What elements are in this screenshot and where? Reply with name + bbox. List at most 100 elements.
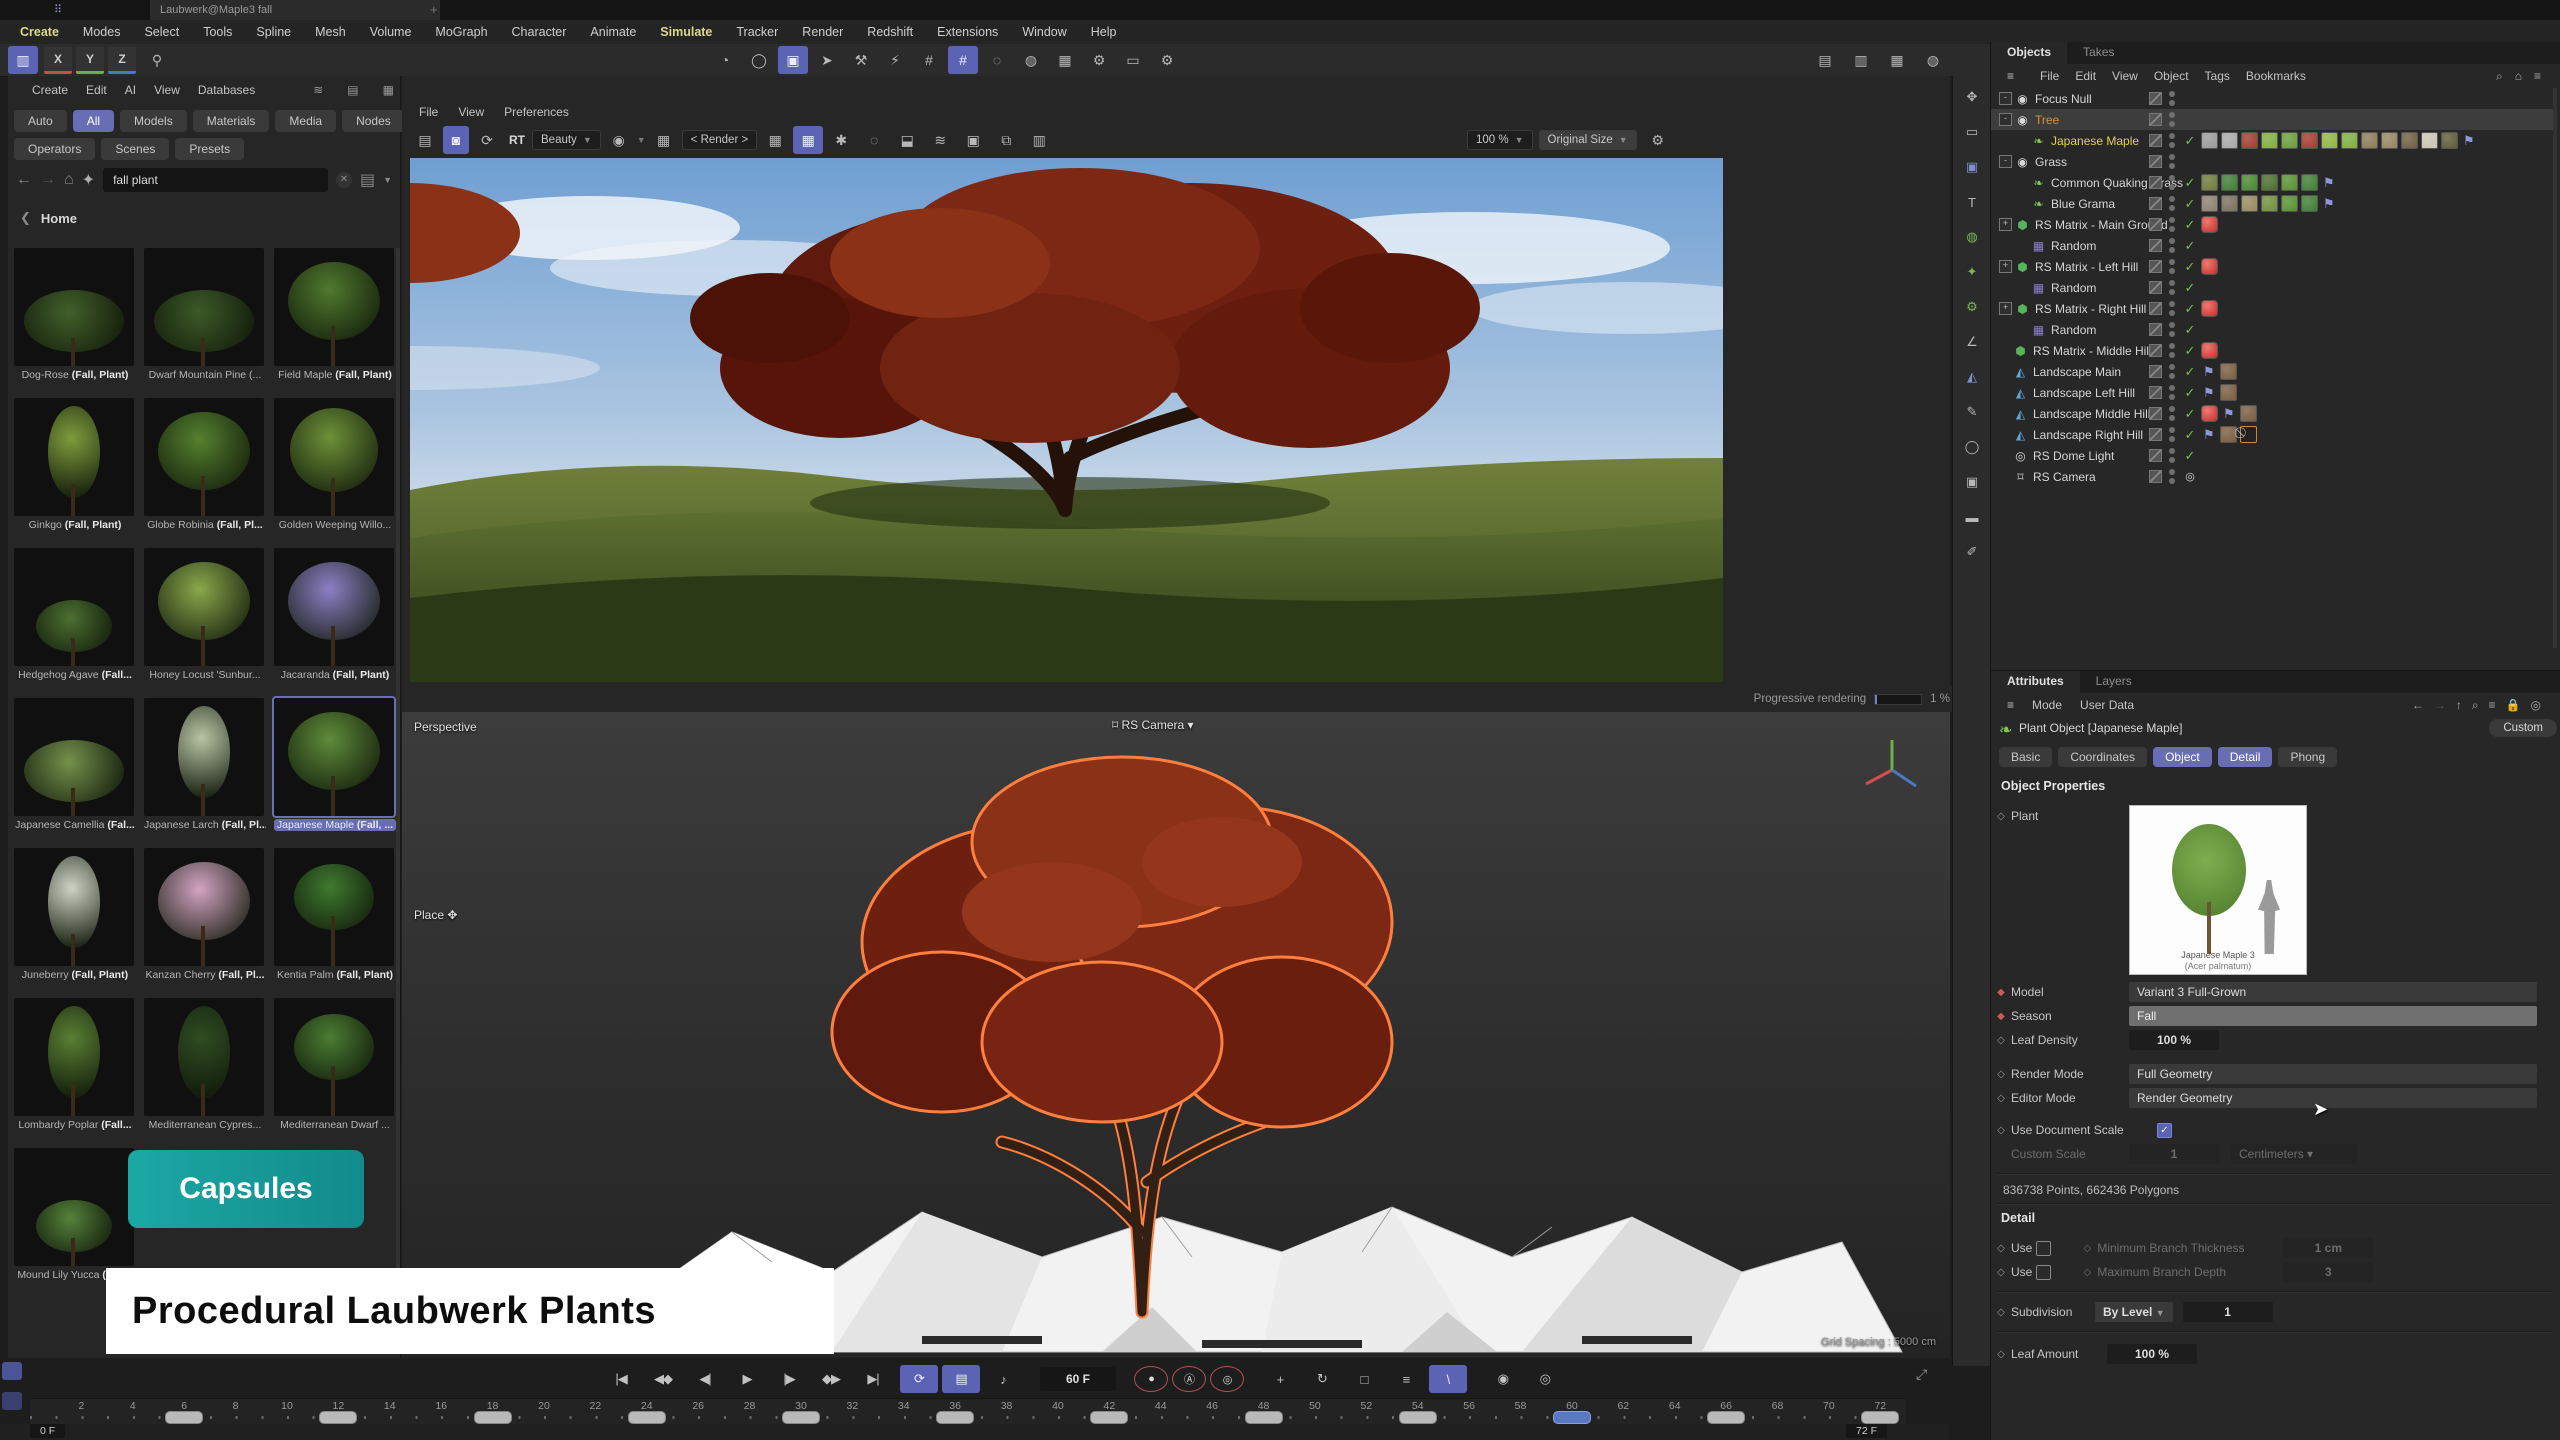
om-menu-object[interactable]: Object bbox=[2146, 67, 2197, 85]
asset-view-icon-2[interactable]: ▦ bbox=[374, 81, 403, 99]
asset-item-kanzan-cherry[interactable]: Kanzan Cherry (Fall, Pl... bbox=[144, 848, 266, 981]
display-gamma-icon[interactable]: ◉ bbox=[604, 126, 634, 154]
material-chip[interactable] bbox=[2220, 426, 2237, 443]
expander-icon[interactable]: - bbox=[1999, 155, 2012, 168]
season-dropdown[interactable]: Fall bbox=[2129, 1006, 2537, 1026]
attr-nav-icon-6[interactable]: ◎ bbox=[2527, 698, 2545, 712]
display-flag-icon[interactable]: ⚑ bbox=[2223, 406, 2235, 422]
save-image-icon[interactable]: ▤ bbox=[410, 126, 440, 154]
attr-tab-attributes[interactable]: Attributes bbox=[1991, 671, 2080, 693]
perspective-viewport[interactable]: Perspective ⌑ RS Camera ▾ Place ✥ Grid S… bbox=[402, 712, 1950, 1358]
menu-item-volume[interactable]: Volume bbox=[360, 23, 422, 41]
expander-icon[interactable]: - bbox=[1999, 113, 2012, 126]
play-button[interactable]: ▶ bbox=[728, 1365, 766, 1393]
visibility-dots[interactable] bbox=[2169, 343, 2175, 358]
layer-color-icon[interactable] bbox=[2149, 260, 2162, 273]
expander-icon[interactable]: + bbox=[1999, 218, 2012, 231]
keyframe-marker-6[interactable] bbox=[165, 1411, 203, 1424]
dock-tool-icon-5[interactable]: ✦ bbox=[1958, 259, 1986, 285]
material-chip[interactable] bbox=[2261, 132, 2278, 149]
om-menu-bookmarks[interactable]: Bookmarks bbox=[2238, 67, 2314, 85]
breadcrumb-home[interactable]: Home bbox=[41, 211, 77, 226]
attr-pill-basic[interactable]: Basic bbox=[1999, 747, 2052, 767]
use-max-checkbox[interactable] bbox=[2036, 1265, 2051, 1280]
attr-nav-icon-4[interactable]: ≡ bbox=[2485, 698, 2500, 712]
timeline-ruler[interactable]: 2468101214161820222426283032343638404244… bbox=[30, 1398, 1906, 1425]
range-end-field[interactable]: 72 F bbox=[1846, 1424, 1887, 1438]
asset-item-ginkgo[interactable]: Ginkgo (Fall, Plant) bbox=[14, 398, 136, 531]
prev-key-button[interactable]: ◀◆ bbox=[644, 1365, 682, 1393]
material-chip[interactable] bbox=[2401, 132, 2418, 149]
om-right-icon-1[interactable]: ⌂ bbox=[2511, 69, 2526, 83]
play-sound-clipboard-button[interactable]: ▤ bbox=[942, 1365, 980, 1393]
attr-pill-phong[interactable]: Phong bbox=[2278, 747, 2337, 767]
keyframe-marker-42[interactable] bbox=[1090, 1411, 1128, 1424]
axis-lock-x[interactable]: X bbox=[44, 47, 72, 74]
loop-playback-button[interactable]: ⟳ bbox=[900, 1365, 938, 1393]
background-icon[interactable]: ▣ bbox=[958, 126, 988, 154]
region-icon[interactable]: ◌ bbox=[859, 126, 889, 154]
dock-tool-icon-3[interactable]: T bbox=[1958, 189, 1986, 215]
keyframe-marker-72[interactable] bbox=[1861, 1411, 1899, 1424]
layer-color-icon[interactable] bbox=[2149, 407, 2162, 420]
expander-icon[interactable]: + bbox=[1999, 260, 2012, 273]
renderview-menu-view[interactable]: View bbox=[449, 103, 493, 121]
asset-item-globe-robinia[interactable]: Globe Robinia (Fall, Pl... bbox=[144, 398, 266, 531]
redshift-material-chip[interactable] bbox=[2201, 216, 2218, 233]
play-modes-icon[interactable]: ◔ bbox=[710, 46, 740, 74]
dock-tool-icon-13[interactable]: ✐ bbox=[1958, 539, 1986, 565]
axis-lock-z[interactable]: Z bbox=[108, 47, 136, 74]
goto-end-button[interactable]: ▶| bbox=[854, 1365, 892, 1393]
viewport-label[interactable]: Perspective bbox=[414, 720, 477, 734]
asset-item-hedgehog-agave[interactable]: Hedgehog Agave (Fall... bbox=[14, 548, 136, 681]
attr-mode-menu[interactable]: Mode bbox=[2024, 696, 2070, 714]
attr-user-data-menu[interactable]: User Data bbox=[2072, 696, 2142, 714]
menu-item-spline[interactable]: Spline bbox=[246, 23, 301, 41]
plant-thumbnail[interactable]: Japanese Maple 3 (Acer palmatum) bbox=[2129, 805, 2307, 975]
dock-tool-icon-8[interactable]: ◭ bbox=[1958, 364, 1986, 390]
visibility-dots[interactable] bbox=[2169, 280, 2175, 295]
menu-item-select[interactable]: Select bbox=[134, 23, 189, 41]
enabled-check-icon[interactable]: ✓ bbox=[2182, 406, 2198, 422]
visibility-dots[interactable] bbox=[2169, 364, 2175, 379]
asset-item-mound-lily-yucca[interactable]: Mound Lily Yucca (Fall... bbox=[14, 1148, 136, 1281]
menu-item-render[interactable]: Render bbox=[792, 23, 853, 41]
asset-tab-nodes[interactable]: Nodes bbox=[342, 110, 405, 132]
object-row-grass[interactable]: -◉Grass bbox=[1991, 151, 2553, 172]
ipr-lock-icon[interactable]: ◙ bbox=[443, 126, 469, 154]
visibility-dots[interactable] bbox=[2169, 238, 2175, 253]
visibility-dots[interactable] bbox=[2169, 448, 2175, 463]
asset-item-mediterranean-cypres-[interactable]: Mediterranean Cypres... bbox=[144, 998, 266, 1131]
menu-item-tracker[interactable]: Tracker bbox=[726, 23, 788, 41]
max-branch-field[interactable]: 3 bbox=[2283, 1262, 2373, 1282]
attr-nav-icon-2[interactable]: ↑ bbox=[2452, 698, 2466, 712]
menu-item-create[interactable]: Create bbox=[10, 23, 69, 41]
current-frame-field[interactable]: 60 F bbox=[1040, 1367, 1116, 1391]
simulate-object-icon[interactable]: ▣ bbox=[778, 46, 808, 74]
menu-item-help[interactable]: Help bbox=[1081, 23, 1127, 41]
model-dropdown[interactable]: Variant 3 Full-Grown bbox=[2129, 982, 2537, 1002]
material-chip[interactable] bbox=[2220, 363, 2237, 380]
material-chip[interactable] bbox=[2301, 174, 2318, 191]
visibility-dots[interactable] bbox=[2169, 406, 2175, 421]
asset-item-kentia-palm[interactable]: Kentia Palm (Fall, Plant) bbox=[274, 848, 396, 981]
visibility-dots[interactable] bbox=[2169, 301, 2175, 316]
record-scale-button[interactable]: □ bbox=[1345, 1365, 1383, 1393]
custom-scale-unit-dropdown[interactable]: Centimeters ▾ bbox=[2231, 1144, 2357, 1164]
archive-icon[interactable]: ▤ bbox=[360, 170, 375, 190]
keyframe-marker-36[interactable] bbox=[936, 1411, 974, 1424]
object-row-rs-dome-light[interactable]: ◎RS Dome Light✓ bbox=[1991, 445, 2553, 466]
renderview-gear-icon[interactable]: ⚙ bbox=[1643, 126, 1673, 154]
restart-render-icon[interactable]: ⟳ bbox=[472, 126, 502, 154]
visibility-dots[interactable] bbox=[2169, 385, 2175, 400]
material-chip[interactable] bbox=[2261, 195, 2278, 212]
modes-gear-icon[interactable]: ⚙ bbox=[1084, 46, 1114, 74]
asset-item-japanese-camellia[interactable]: Japanese Camellia (Fal... bbox=[14, 698, 136, 831]
record-rotation-button[interactable]: ↻ bbox=[1303, 1365, 1341, 1393]
asset-item-japanese-maple[interactable]: Japanese Maple (Fall, ... bbox=[274, 698, 396, 831]
asset-view-icon-1[interactable]: ▤ bbox=[338, 81, 367, 99]
material-chip[interactable] bbox=[2241, 174, 2258, 191]
material-chip[interactable] bbox=[2201, 195, 2218, 212]
object-row-rs-matrix-middle-hill[interactable]: ⬢RS Matrix - Middle Hill✓ bbox=[1991, 340, 2553, 361]
new-tab-button[interactable]: + bbox=[430, 2, 438, 17]
